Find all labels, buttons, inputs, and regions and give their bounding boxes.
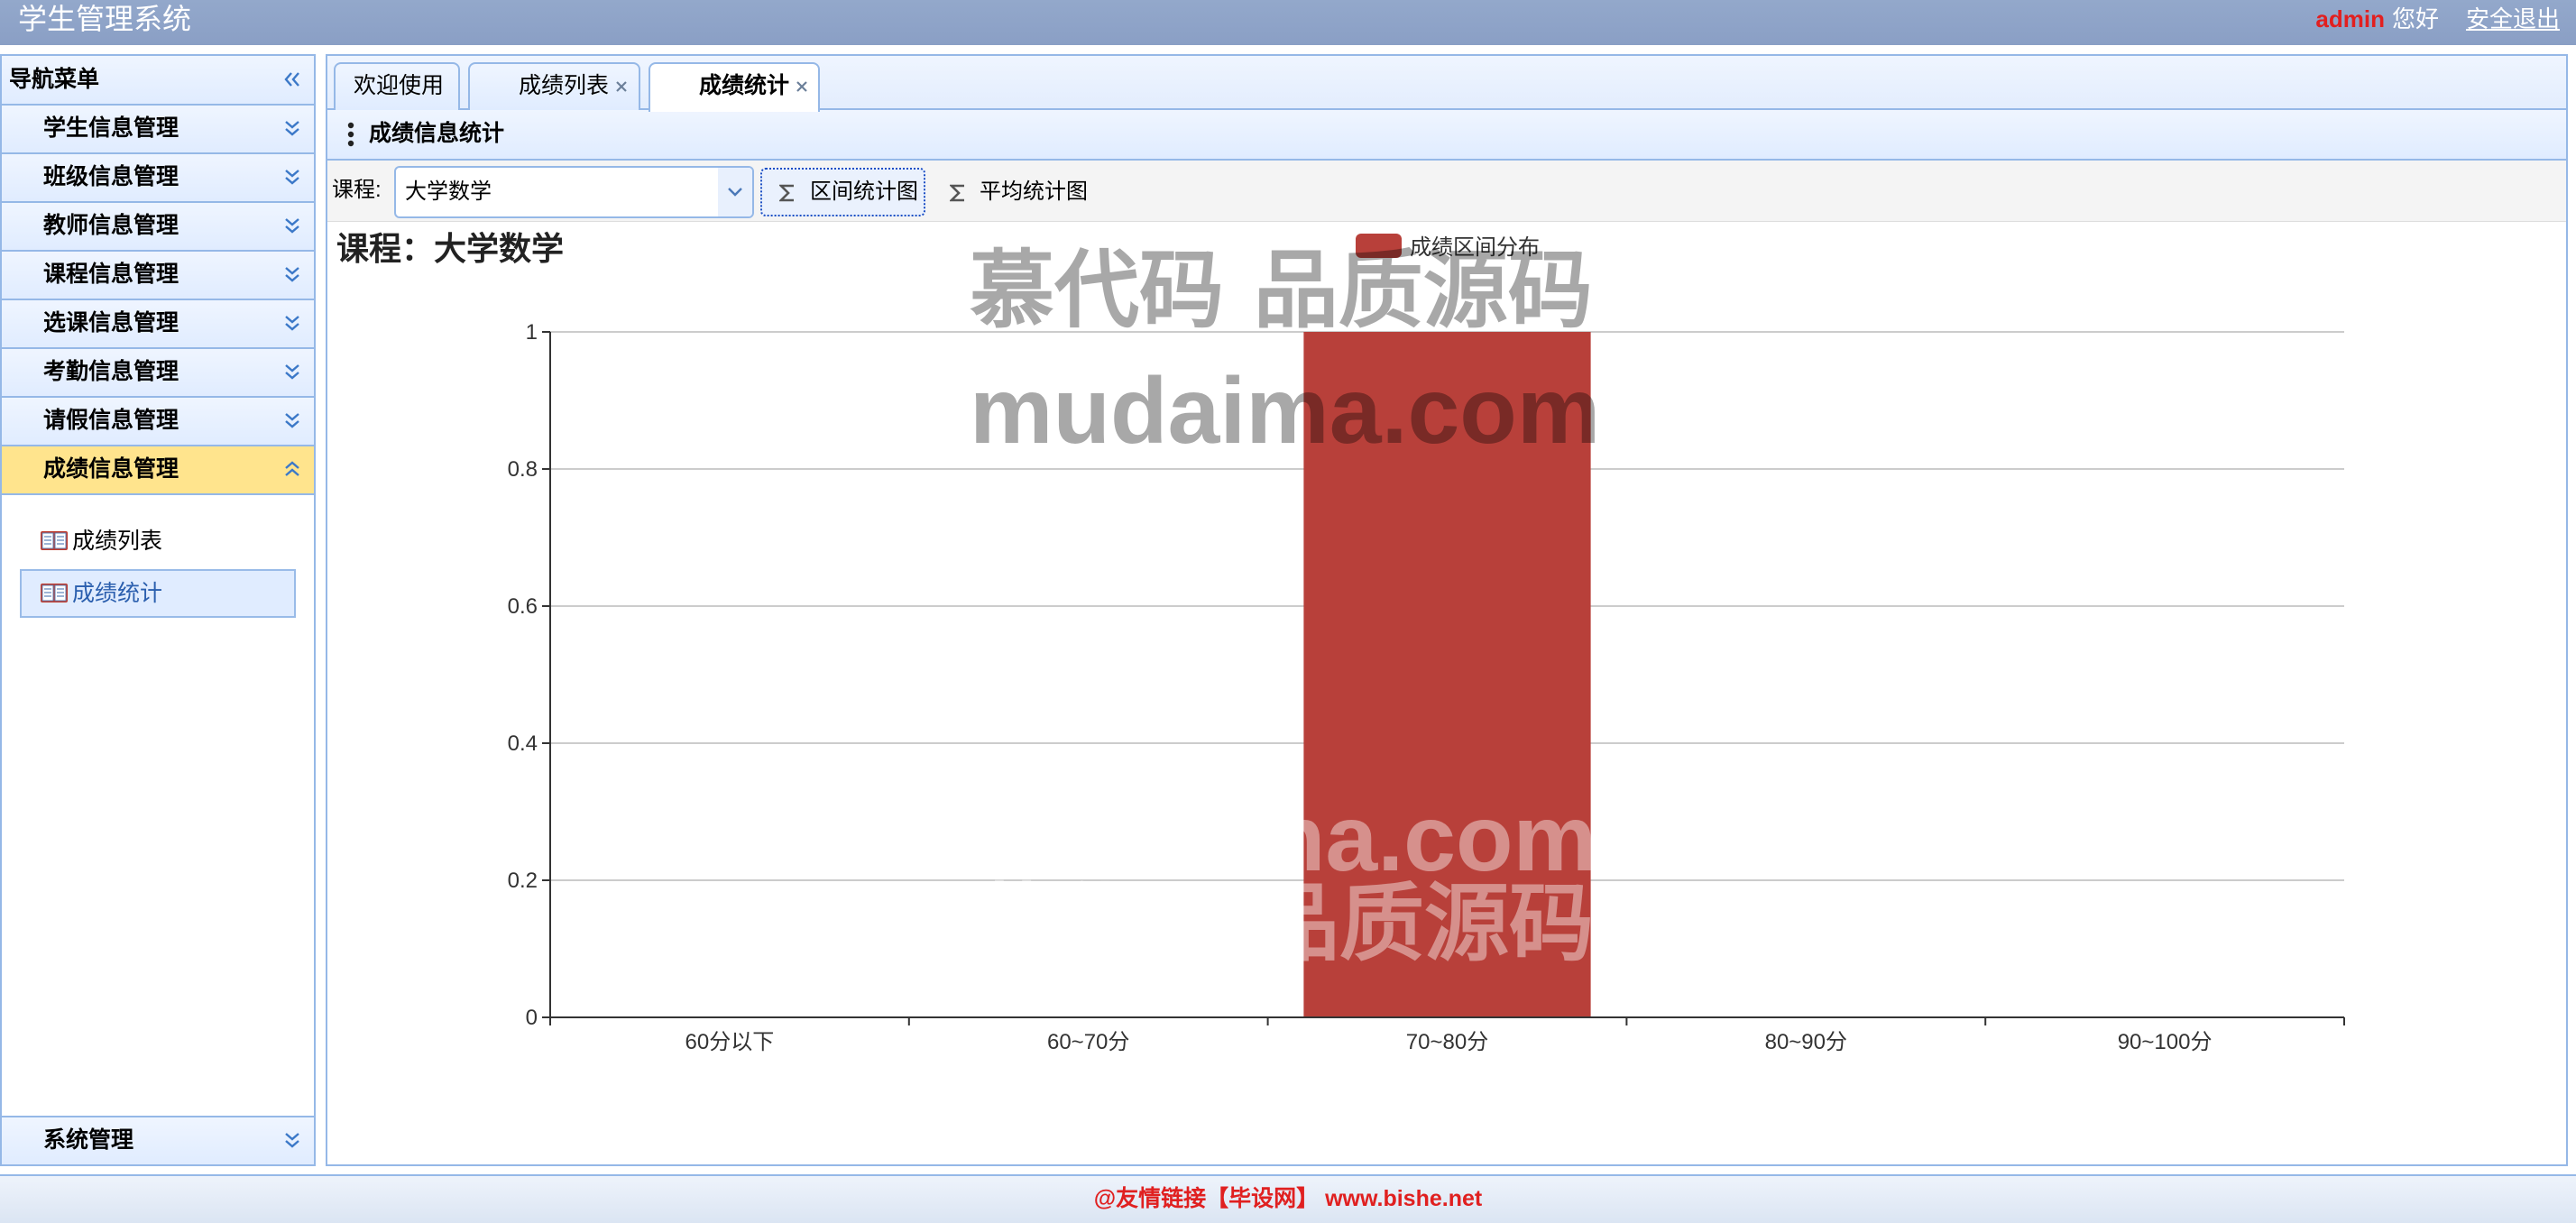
x-tick-label: 70~80分 [1406, 1030, 1488, 1054]
sidebar-group-class[interactable]: 班级信息管理 [2, 154, 314, 203]
chart-title: 课程：大学数学 [336, 230, 564, 267]
course-select-arrow[interactable] [718, 168, 752, 216]
average-chart-button-label: 平均统计图 [980, 179, 1088, 204]
y-tick-label: 0.2 [508, 869, 538, 893]
x-tick-label: 90~100分 [2118, 1030, 2213, 1054]
double-chevron-down-icon [285, 267, 299, 282]
y-tick-label: 0.6 [508, 594, 538, 619]
tab-label: 成绩统计 [699, 73, 790, 98]
average-chart-button[interactable]: 平均统计图 [936, 168, 1092, 216]
tab-bar: 欢迎使用 成绩列表 成绩统计 [327, 56, 2566, 112]
sidebar-item-label: 成绩列表 [72, 529, 163, 554]
sidebar-item-score-stats[interactable]: 成绩统计 [20, 569, 296, 618]
double-chevron-down-icon [285, 316, 299, 331]
double-chevron-down-icon [285, 121, 299, 136]
tab-score-stats[interactable]: 成绩统计 [649, 62, 820, 112]
sidebar-group-label: 系统管理 [43, 1127, 134, 1153]
app-header: 学生管理系统 admin 您好 安全退出 [0, 0, 2576, 45]
chart-area: 课程：大学数学 成绩区间分布 0 0.2 0.4 0.6 0.8 1 60分以下 60~70分… [327, 222, 2566, 1164]
sidebar-group-label: 成绩信息管理 [43, 456, 179, 482]
sidebar-group-label: 请假信息管理 [43, 408, 179, 433]
footer-link[interactable]: @友情链接【毕设网】 www.bishe.net [1094, 1186, 1482, 1211]
close-icon[interactable] [614, 79, 629, 94]
sidebar-group-teacher[interactable]: 教师信息管理 [2, 203, 314, 252]
greeting: 您好 [2391, 5, 2439, 32]
bar[interactable] [1303, 332, 1591, 1017]
logout-link[interactable]: 安全退出 [2466, 5, 2560, 32]
double-chevron-down-icon [285, 1133, 299, 1148]
y-tick-label: 1 [526, 320, 538, 345]
sidebar-header: 导航菜单 [2, 56, 314, 106]
range-chart-button-label: 区间统计图 [810, 179, 918, 204]
sidebar-group-label: 教师信息管理 [43, 213, 179, 238]
tab-score-list[interactable]: 成绩列表 [468, 62, 640, 110]
sigma-icon [950, 184, 964, 202]
tab-label: 欢迎使用 [354, 73, 445, 98]
sidebar-group-enrollment[interactable]: 选课信息管理 [2, 300, 314, 349]
username: admin [2315, 5, 2385, 32]
sidebar-group-label: 考勤信息管理 [43, 359, 179, 384]
sidebar-group-label: 学生信息管理 [43, 115, 179, 141]
double-chevron-down-icon [285, 364, 299, 380]
range-chart-button[interactable]: 区间统计图 [760, 168, 925, 216]
app-title: 学生管理系统 [18, 3, 192, 35]
user-area: admin 您好 安全退出 [2315, 0, 2560, 38]
sidebar-group-score[interactable]: 成绩信息管理 [2, 446, 314, 495]
sidebar-group-system[interactable]: 系统管理 [2, 1116, 314, 1164]
x-tick-label: 60分以下 [685, 1030, 775, 1054]
sigma-icon [779, 184, 794, 202]
double-chevron-left-icon[interactable] [281, 69, 303, 90]
sidebar-group-content: 成绩列表 成绩统计 [2, 495, 314, 1118]
main-panel: 欢迎使用 成绩列表 成绩统计 成绩信息统计 课程: 大学数学 区间统计图 平均统… [326, 54, 2568, 1166]
x-tick-label: 60~70分 [1047, 1030, 1129, 1054]
tab-welcome[interactable]: 欢迎使用 [334, 62, 460, 110]
x-tick-label: 80~90分 [1765, 1030, 1847, 1054]
sidebar-group-label: 课程信息管理 [43, 262, 179, 287]
sidebar-group-label: 选课信息管理 [43, 310, 179, 336]
double-chevron-down-icon [285, 413, 299, 428]
sidebar-item-label: 成绩统计 [72, 581, 163, 606]
double-chevron-down-icon [285, 218, 299, 234]
y-tick-label: 0.4 [508, 731, 538, 756]
sidebar-group-label: 班级信息管理 [43, 164, 179, 189]
panel-title: 成绩信息统计 [369, 121, 505, 146]
sidebar-group-leave[interactable]: 请假信息管理 [2, 398, 314, 446]
course-label: 课程: [332, 178, 382, 202]
sidebar-group-attendance[interactable]: 考勤信息管理 [2, 349, 314, 398]
course-select-value: 大学数学 [405, 179, 492, 204]
panel-header: 成绩信息统计 [327, 110, 2566, 161]
y-tick-label: 0.8 [508, 457, 538, 482]
course-select[interactable]: 大学数学 [394, 166, 754, 218]
legend-label[interactable]: 成绩区间分布 [1410, 235, 1540, 260]
sidebar-group-student[interactable]: 学生信息管理 [2, 106, 314, 154]
y-tick-label: 0 [526, 1006, 538, 1030]
close-icon[interactable] [795, 79, 809, 94]
sidebar-title: 导航菜单 [9, 67, 100, 92]
toolbar: 课程: 大学数学 区间统计图 平均统计图 [327, 161, 2566, 222]
vertical-dots-icon [347, 122, 354, 147]
sidebar-group-course[interactable]: 课程信息管理 [2, 252, 314, 300]
sidebar: 导航菜单 学生信息管理 班级信息管理 教师信息管理 课程信息管理 选课信息管理 … [0, 54, 316, 1166]
footer: @友情链接【毕设网】 www.bishe.net [0, 1174, 2576, 1223]
legend-swatch[interactable] [1356, 234, 1402, 258]
book-icon [41, 531, 68, 550]
double-chevron-down-icon [285, 170, 299, 185]
plot-area: 0 0.2 0.4 0.6 0.8 1 60分以下 60~70分 70~80分 80~90分 90~… [508, 320, 2345, 1054]
book-icon [41, 584, 68, 602]
double-chevron-up-icon [285, 461, 299, 476]
tab-label: 成绩列表 [519, 73, 610, 98]
sidebar-item-score-list[interactable]: 成绩列表 [20, 517, 296, 566]
score-range-chart: 课程：大学数学 成绩区间分布 0 0.2 0.4 0.6 0.8 1 60分以下 60~70分… [336, 230, 2345, 1054]
chevron-down-icon [728, 188, 742, 197]
